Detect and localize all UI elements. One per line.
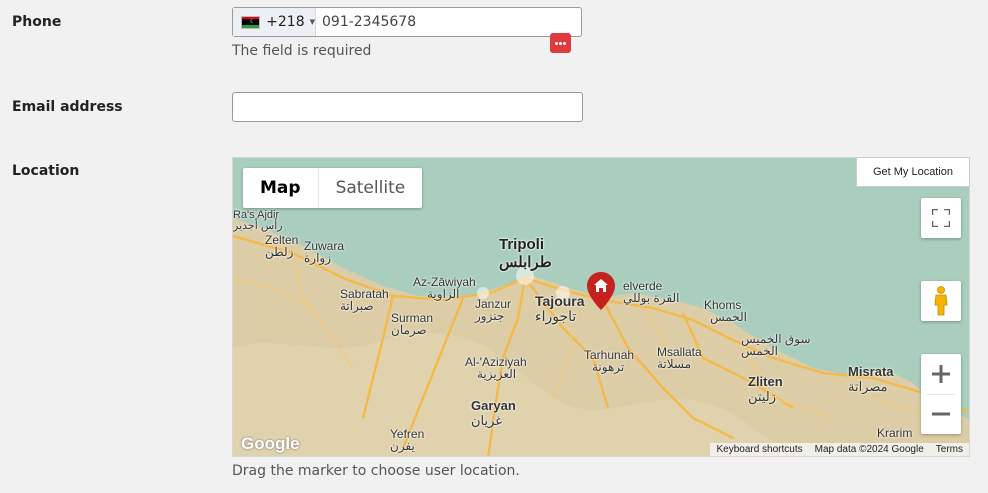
street-view-pegman-button[interactable] <box>921 281 961 321</box>
map-place-label: Ra's Ajdir رأس أجدير <box>233 209 283 232</box>
map-place-label: Tajoura تاجوراء <box>535 293 585 324</box>
map-place-label: Msallata مسلاتة <box>657 345 702 371</box>
map-type-toggle: Map Satellite <box>243 168 423 208</box>
map-place-label: سوق الخميس الخمس <box>741 332 811 358</box>
phone-field[interactable]: +218 ▼ <box>232 7 582 37</box>
map-type-satellite-button[interactable]: Satellite <box>319 168 423 208</box>
pegman-icon <box>934 286 948 316</box>
caret-down-icon: ▼ <box>309 18 315 26</box>
location-label: Location <box>12 163 80 179</box>
zoom-control <box>921 354 961 434</box>
map-place-label: Al-'Aziziyah العزيزية <box>465 355 527 381</box>
map-place-label: Yefren يفرن <box>390 427 425 453</box>
map-attribution: Keyboard shortcuts Map data ©2024 Google… <box>710 443 969 456</box>
map-place-label: Zliten زليتن <box>748 374 783 404</box>
location-marker-icon[interactable] <box>586 271 616 311</box>
country-code-selector[interactable]: +218 ▼ <box>233 8 316 36</box>
keyboard-shortcuts-link[interactable]: Keyboard shortcuts <box>710 443 808 456</box>
phone-error-text: The field is required <box>232 43 372 59</box>
map-place-label: Janzur جنزور <box>475 297 512 323</box>
password-manager-icon[interactable] <box>550 33 571 53</box>
map-place-label: Tarhunah ترهونة <box>584 348 635 374</box>
zoom-in-button[interactable] <box>921 354 961 394</box>
email-input[interactable] <box>232 92 583 122</box>
map-place-label: Misrata مصراتة <box>848 364 894 394</box>
location-map[interactable]: Ra's Ajdir رأس أجدير Zelten زلطن Zuwara زوا… <box>232 157 970 457</box>
map-place-label: Sabratah صبراتة <box>340 287 389 313</box>
minus-icon <box>932 412 950 416</box>
google-logo: Google <box>241 434 300 453</box>
location-hint-text: Drag the marker to choose user location. <box>232 463 520 479</box>
map-data-credit: Map data ©2024 Google <box>814 444 924 455</box>
dial-code: +218 <box>266 14 305 30</box>
map-type-map-button[interactable]: Map <box>243 168 319 208</box>
fullscreen-button[interactable] <box>921 198 961 238</box>
get-my-location-button[interactable]: Get My Location <box>856 157 970 187</box>
libya-flag-icon <box>241 15 261 29</box>
email-label: Email address <box>12 99 123 115</box>
map-place-label: Zuwara زوارة <box>304 239 345 265</box>
terms-link[interactable]: Terms <box>930 443 969 456</box>
plus-icon <box>932 365 950 383</box>
phone-input[interactable] <box>316 8 581 36</box>
zoom-out-button[interactable] <box>921 394 961 434</box>
map-place-label: Krarim <box>877 426 913 440</box>
fullscreen-icon <box>932 209 950 227</box>
map-place-label: Tripoli طرابلس <box>499 236 552 271</box>
map-place-label: Khoms الخمس <box>704 298 747 324</box>
map-place-label: Garyan غريان <box>471 398 516 428</box>
map-place-label: Zelten زلطن <box>265 233 299 259</box>
map-place-label: elverde القرة بوللي <box>623 279 680 305</box>
map-place-label: Az-Zāwiyah الزاوية <box>413 275 476 301</box>
phone-label: Phone <box>12 14 62 30</box>
map-place-label: Surman صرمان <box>391 311 434 337</box>
